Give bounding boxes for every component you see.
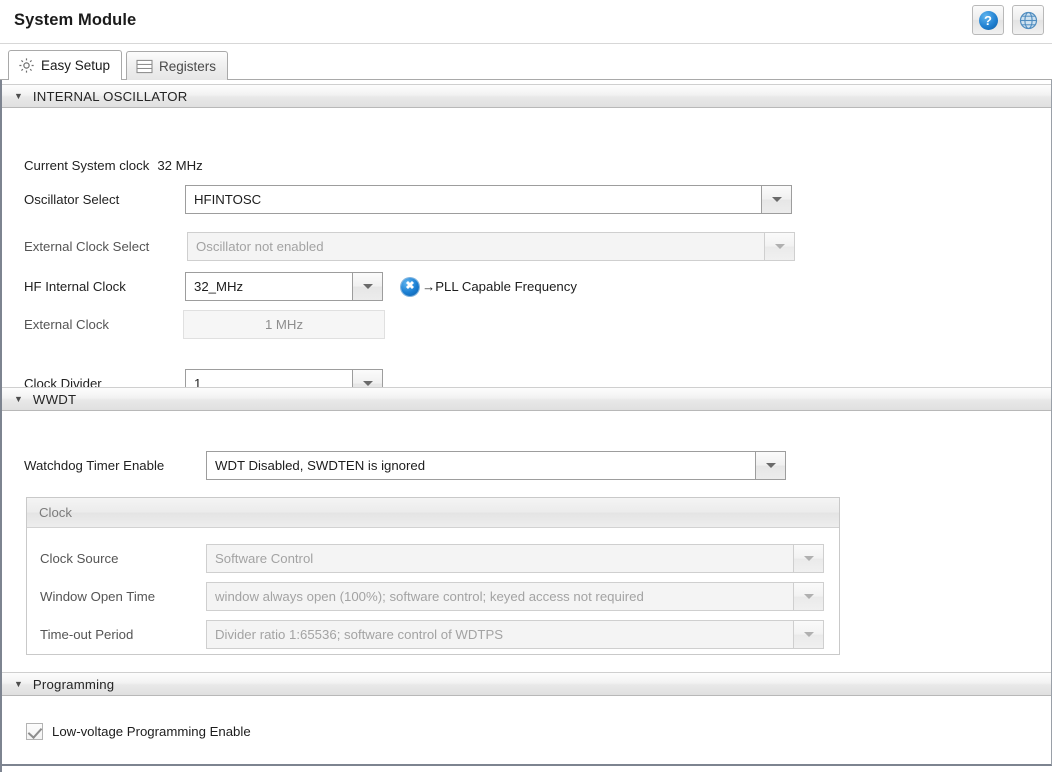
chevron-down-icon: ▼ bbox=[14, 90, 23, 101]
window-open-time-chevron bbox=[793, 583, 823, 610]
external-clock-select-dropdown: Oscillator not enabled bbox=[187, 232, 795, 261]
section-title-wwdt: WWDT bbox=[32, 391, 77, 407]
oscillator-select-dropdown[interactable]: HFINTOSC bbox=[185, 185, 792, 214]
system-module-window: System Module ? Easy Setup Registers ▼ I… bbox=[0, 0, 1052, 772]
clock-source-chevron bbox=[793, 545, 823, 572]
window-bottom-edge bbox=[0, 766, 1052, 772]
external-clock-select-label: External Clock Select bbox=[24, 239, 150, 254]
external-clock-field: 1 MHz bbox=[183, 310, 385, 339]
chevron-down-icon bbox=[803, 556, 814, 561]
window-open-time-dropdown: window always open (100%); software cont… bbox=[206, 582, 824, 611]
clock-group-header: Clock bbox=[27, 498, 839, 528]
clock-group-box: Clock Clock Source Software Control Wind… bbox=[26, 497, 840, 655]
chevron-down-icon bbox=[771, 197, 782, 202]
tab-easy-setup-label: Easy Setup bbox=[41, 58, 111, 73]
content-panel: ▼ INTERNAL OSCILLATOR Current System clo… bbox=[0, 80, 1052, 766]
row-current-system-clock: Current System clock 32 MHz bbox=[24, 158, 203, 173]
chevron-down-icon: ▼ bbox=[14, 393, 23, 404]
row-oscillator-select: Oscillator Select HFINTOSC bbox=[24, 185, 792, 214]
globe-icon bbox=[1019, 11, 1038, 30]
oscillator-select-value: HFINTOSC bbox=[186, 186, 761, 213]
chevron-down-icon bbox=[362, 284, 373, 289]
pll-capable-indicator: ✖ →PLL Capable Frequency bbox=[401, 277, 577, 296]
section-title-internal-oscillator: INTERNAL OSCILLATOR bbox=[32, 88, 188, 104]
external-clock-select-chevron bbox=[764, 233, 794, 260]
clock-source-label: Clock Source bbox=[40, 551, 119, 566]
oscillator-select-label: Oscillator Select bbox=[24, 192, 120, 207]
clock-source-value: Software Control bbox=[207, 545, 793, 572]
chevron-down-icon bbox=[765, 463, 776, 468]
window-open-time-value: window always open (100%); software cont… bbox=[207, 583, 793, 610]
tab-registers-label: Registers bbox=[159, 58, 217, 74]
row-external-clock-select: External Clock Select Oscillator not ena… bbox=[24, 232, 795, 261]
section-header-wwdt[interactable]: ▼ WWDT bbox=[2, 387, 1051, 411]
watchdog-timer-enable-label: Watchdog Timer Enable bbox=[24, 458, 165, 473]
section-title-programming: Programming bbox=[32, 676, 115, 692]
external-clock-value: 1 MHz bbox=[264, 317, 304, 332]
section-body-programming: Low-voltage Programming Enable bbox=[2, 696, 1051, 764]
help-icon: ? bbox=[978, 10, 998, 30]
oscillator-select-chevron[interactable] bbox=[761, 186, 791, 213]
help-button[interactable]: ? bbox=[972, 5, 1004, 35]
chevron-down-icon bbox=[362, 381, 373, 386]
timeout-period-value: Divider ratio 1:65536; software control … bbox=[207, 621, 793, 648]
external-clock-select-value: Oscillator not enabled bbox=[188, 233, 764, 260]
tab-easy-setup[interactable]: Easy Setup bbox=[8, 50, 123, 81]
section-header-internal-oscillator[interactable]: ▼ INTERNAL OSCILLATOR bbox=[2, 84, 1051, 108]
section-body-wwdt: Watchdog Timer Enable WDT Disabled, SWDT… bbox=[2, 411, 1051, 672]
chevron-down-icon bbox=[803, 594, 814, 599]
titlebar-button-group: ? bbox=[972, 5, 1044, 35]
hf-internal-clock-chevron[interactable] bbox=[352, 273, 382, 300]
window-open-time-label: Window Open Time bbox=[40, 589, 156, 604]
low-voltage-programming-checkbox[interactable] bbox=[26, 723, 43, 740]
chevron-down-icon bbox=[803, 632, 814, 637]
row-window-open-time: Window Open Time window always open (100… bbox=[40, 582, 824, 611]
current-system-clock-label: Current System clock bbox=[24, 158, 150, 173]
chevron-down-icon: ▼ bbox=[14, 678, 23, 689]
row-timeout-period: Time-out Period Divider ratio 1:65536; s… bbox=[40, 620, 824, 649]
section-body-internal-oscillator: Current System clock 32 MHz Oscillator S… bbox=[2, 108, 1051, 398]
clock-source-dropdown: Software Control bbox=[206, 544, 824, 573]
section-header-programming[interactable]: ▼ Programming bbox=[2, 672, 1051, 696]
watchdog-timer-enable-chevron[interactable] bbox=[755, 452, 785, 479]
hf-internal-clock-value: 32_MHz bbox=[186, 273, 352, 300]
current-system-clock-value: 32 MHz bbox=[157, 158, 203, 173]
row-low-voltage-programming: Low-voltage Programming Enable bbox=[26, 723, 251, 740]
timeout-period-chevron bbox=[793, 621, 823, 648]
low-voltage-programming-label: Low-voltage Programming Enable bbox=[52, 724, 251, 739]
row-external-clock: External Clock 1 MHz bbox=[24, 310, 385, 339]
title-bar: System Module ? bbox=[0, 0, 1052, 44]
globe-button[interactable] bbox=[1012, 5, 1044, 35]
tab-strip: Easy Setup Registers bbox=[0, 44, 1052, 81]
timeout-period-label: Time-out Period bbox=[40, 627, 134, 642]
hf-internal-clock-label: HF Internal Clock bbox=[24, 279, 126, 294]
watchdog-timer-enable-dropdown[interactable]: WDT Disabled, SWDTEN is ignored bbox=[206, 451, 786, 480]
row-watchdog-timer-enable: Watchdog Timer Enable WDT Disabled, SWDT… bbox=[24, 451, 786, 480]
row-hf-internal-clock: HF Internal Clock 32_MHz ✖ →PLL Capable … bbox=[24, 272, 577, 301]
pll-capable-label: →PLL Capable Frequency bbox=[422, 279, 577, 294]
pll-close-icon[interactable]: ✖ bbox=[401, 277, 419, 296]
watchdog-timer-enable-value: WDT Disabled, SWDTEN is ignored bbox=[207, 452, 755, 479]
external-clock-label: External Clock bbox=[24, 317, 110, 332]
timeout-period-dropdown: Divider ratio 1:65536; software control … bbox=[206, 620, 824, 649]
clock-group-title: Clock bbox=[39, 505, 72, 520]
tab-registers[interactable]: Registers bbox=[126, 51, 229, 80]
page-title: System Module bbox=[14, 11, 137, 29]
row-clock-source: Clock Source Software Control bbox=[40, 544, 824, 573]
chevron-down-icon bbox=[774, 244, 785, 249]
registers-icon bbox=[136, 59, 153, 74]
hf-internal-clock-dropdown[interactable]: 32_MHz bbox=[185, 272, 383, 301]
gear-icon bbox=[18, 57, 35, 74]
